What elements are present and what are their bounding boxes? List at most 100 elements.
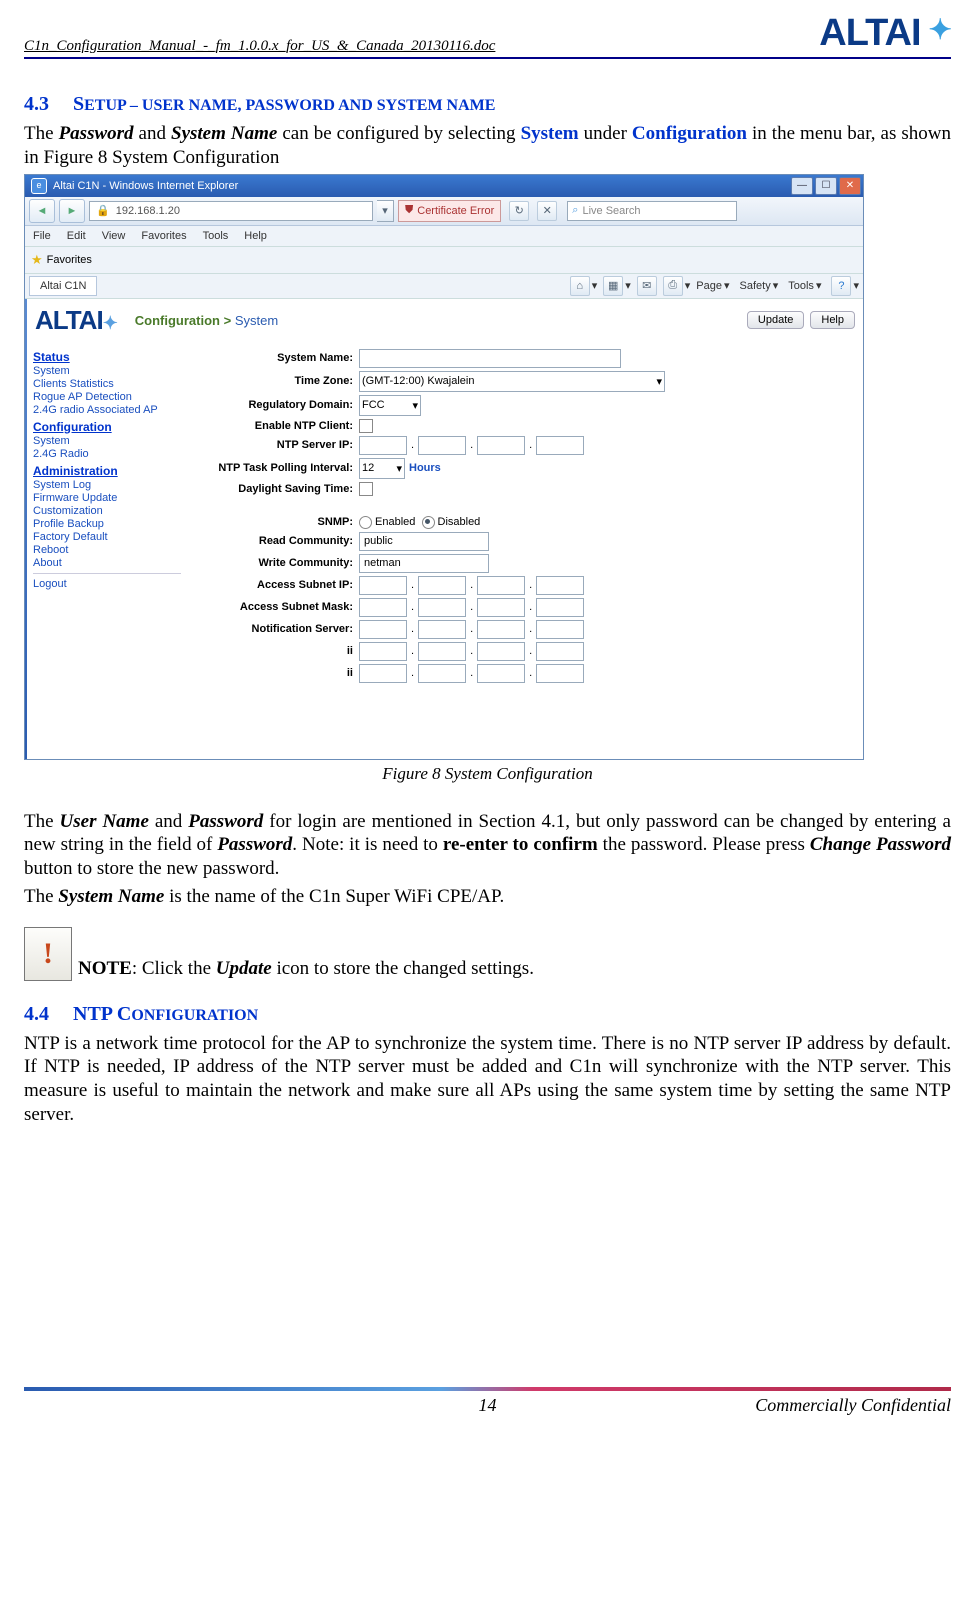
chevron-down-icon: ▾: [396, 462, 402, 475]
label-hours: Hours: [409, 462, 441, 474]
label-time-zone: Time Zone:: [195, 375, 359, 387]
sidebar-item-firmware[interactable]: Firmware Update: [33, 492, 181, 504]
search-field[interactable]: ⌕Live Search: [567, 201, 737, 221]
sidebar-item-rogue-ap[interactable]: Rogue AP Detection: [33, 391, 181, 403]
select-time-zone[interactable]: (GMT-12:00) Kwajalein▾: [359, 371, 665, 392]
menu-edit[interactable]: Edit: [67, 230, 86, 242]
browser-tab[interactable]: Altai C1N: [29, 276, 97, 296]
menu-tools[interactable]: Tools: [203, 230, 229, 242]
screenshot-ie-window: e Altai C1N - Windows Internet Explorer …: [24, 174, 864, 760]
input-system-name[interactable]: [359, 349, 621, 368]
label-notif-server: Notification Server:: [195, 623, 359, 635]
sidebar-item-assoc-ap[interactable]: 2.4G radio Associated AP: [33, 404, 181, 416]
footer-rule: [24, 1387, 951, 1391]
ip-notif2[interactable]: ...: [359, 642, 584, 661]
sidebar-item-logout[interactable]: Logout: [33, 578, 181, 590]
sidebar-head-admin: Administration: [33, 464, 181, 478]
section-4-4-para: NTP is a network time protocol for the A…: [24, 1032, 951, 1127]
url-dropdown[interactable]: ▾: [377, 200, 394, 222]
url-field[interactable]: 🔒192.168.1.20: [89, 201, 373, 221]
help-icon[interactable]: ?: [831, 276, 851, 296]
label-acc-subnet-mask: Access Subnet Mask:: [195, 601, 359, 613]
select-reg-domain[interactable]: FCC▾: [359, 395, 421, 416]
sidebar-item-config-radio[interactable]: 2.4G Radio: [33, 448, 181, 460]
select-ntp-poll[interactable]: 12▾: [359, 458, 405, 479]
config-form: System Name: Time Zone:(GMT-12:00) Kwaja…: [187, 342, 863, 690]
sidebar-item-config-system[interactable]: System: [33, 435, 181, 447]
maximize-button[interactable]: ☐: [815, 177, 837, 195]
post-figure-para-1: The User Name and Password for login are…: [24, 810, 951, 881]
sidebar-item-system[interactable]: System: [33, 365, 181, 377]
minimize-button[interactable]: —: [791, 177, 813, 195]
print-icon[interactable]: ⎙: [663, 276, 683, 296]
sidebar-item-factory-default[interactable]: Factory Default: [33, 531, 181, 543]
sidebar: Status System Clients Statistics Rogue A…: [27, 342, 187, 690]
ie-tab-bar: Altai C1N ⌂▾ ▦▾ ✉ ⎙▾ Page ▾ Safety ▾ Too…: [25, 274, 863, 299]
section-4-3-heading: 4.3SETUP – USER NAME, PASSWORD AND SYSTE…: [24, 93, 951, 116]
close-button[interactable]: ✕: [839, 177, 861, 195]
ie-window-title: Altai C1N - Windows Internet Explorer: [53, 180, 238, 192]
favorites-button[interactable]: ★Favorites: [31, 252, 92, 268]
label-snmp-disabled: Disabled: [438, 516, 481, 528]
note-text: NOTE: Click the Update icon to store the…: [78, 957, 534, 981]
ie-address-bar: ◄ ► 🔒192.168.1.20 ▾ ⛊Certificate Error ↻…: [25, 197, 863, 226]
page-logo: ALTAI✦: [35, 305, 117, 336]
ie-favorites-bar: ★Favorites: [25, 247, 863, 274]
refresh-button[interactable]: ↻: [509, 201, 529, 221]
label-system-name: System Name:: [195, 352, 359, 364]
menu-help[interactable]: Help: [244, 230, 267, 242]
ip-ntp-server[interactable]: ...: [359, 436, 584, 455]
sidebar-item-customization[interactable]: Customization: [33, 505, 181, 517]
stop-button[interactable]: ✕: [537, 201, 557, 221]
menu-file[interactable]: File: [33, 230, 51, 242]
ip-acc-mask[interactable]: ...: [359, 598, 584, 617]
ip-notif1[interactable]: ...: [359, 620, 584, 639]
checkbox-enable-ntp[interactable]: [359, 419, 373, 433]
sidebar-item-system-log[interactable]: System Log: [33, 479, 181, 491]
nav-back-button[interactable]: ◄: [29, 199, 55, 223]
update-button[interactable]: Update: [747, 311, 804, 329]
logo-burst-icon: ✦: [929, 16, 951, 44]
footer-confidential: Commercially Confidential: [642, 1395, 951, 1416]
sidebar-head-status: Status: [33, 350, 181, 364]
post-figure-para-2: The System Name is the name of the C1n S…: [24, 885, 951, 909]
radio-snmp-enabled[interactable]: [359, 516, 372, 529]
search-provider-icon: ⌕: [572, 204, 578, 217]
input-read-comm[interactable]: public: [359, 532, 489, 551]
menu-favorites[interactable]: Favorites: [141, 230, 186, 242]
checkbox-dst[interactable]: [359, 482, 373, 496]
label-read-comm: Read Community:: [195, 535, 359, 547]
page-menu[interactable]: Page ▾: [692, 279, 733, 292]
certificate-error-badge[interactable]: ⛊Certificate Error: [398, 200, 501, 222]
ie-titlebar: e Altai C1N - Windows Internet Explorer …: [25, 175, 863, 197]
input-write-comm[interactable]: netman: [359, 554, 489, 573]
sidebar-item-reboot[interactable]: Reboot: [33, 544, 181, 556]
sidebar-item-about[interactable]: About: [33, 557, 181, 569]
label-enable-ntp: Enable NTP Client:: [195, 420, 359, 432]
shield-icon: ⛊: [405, 204, 413, 217]
label-reg-domain: Regulatory Domain:: [195, 399, 359, 411]
ip-notif3[interactable]: ...: [359, 664, 584, 683]
sidebar-item-profile-backup[interactable]: Profile Backup: [33, 518, 181, 530]
radio-snmp-disabled[interactable]: [422, 516, 435, 529]
figure-8-caption: Figure 8 System Configuration: [24, 764, 951, 784]
mail-icon[interactable]: ✉: [637, 276, 657, 296]
nav-fwd-button[interactable]: ►: [59, 199, 85, 223]
page-number: 14: [333, 1395, 642, 1416]
home-split-icon[interactable]: ⌂: [570, 276, 590, 296]
menu-view[interactable]: View: [102, 230, 126, 242]
feeds-icon[interactable]: ▦: [603, 276, 623, 296]
ip-acc-subnet[interactable]: ...: [359, 576, 584, 595]
label-write-comm: Write Community:: [195, 557, 359, 569]
safety-menu[interactable]: Safety ▾: [736, 279, 783, 292]
ie-app-icon: e: [31, 178, 47, 194]
chevron-down-icon: ▾: [412, 399, 418, 412]
sidebar-item-clients-stats[interactable]: Clients Statistics: [33, 378, 181, 390]
help-button[interactable]: Help: [810, 311, 855, 329]
label-snmp: SNMP:: [195, 516, 359, 528]
sidebar-head-config: Configuration: [33, 420, 181, 434]
label-ntp-poll: NTP Task Polling Interval:: [195, 462, 359, 474]
section-4-4-heading: 4.4NTP CONFIGURATION: [24, 1003, 951, 1026]
tools-menu[interactable]: Tools ▾: [784, 279, 825, 292]
label-ii-2: ii: [195, 667, 359, 679]
